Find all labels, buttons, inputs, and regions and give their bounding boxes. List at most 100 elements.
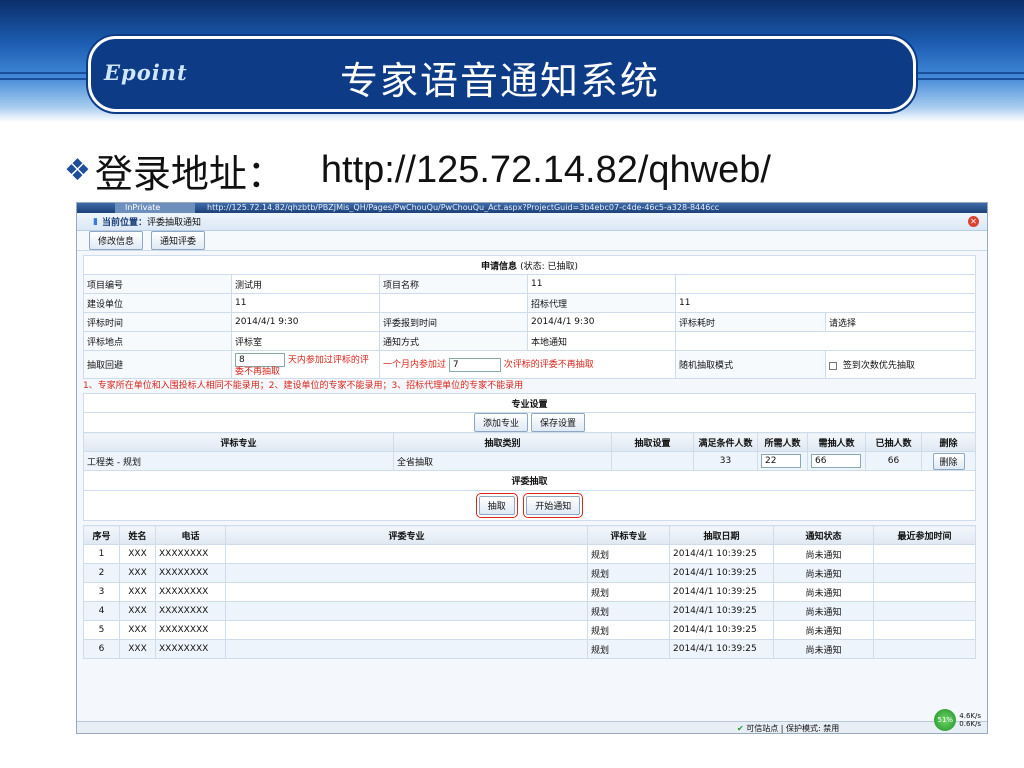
unit-label: 建设单位 bbox=[83, 293, 232, 313]
expert-index: 1 bbox=[83, 544, 120, 564]
col-eval-major: 评标专业 bbox=[587, 525, 670, 545]
start-notify-button[interactable]: 开始通知 bbox=[523, 493, 584, 518]
col-name: 姓名 bbox=[119, 525, 156, 545]
slide-title: 专家语音通知系统 bbox=[339, 59, 660, 103]
avoid-times-input[interactable]: 7 bbox=[448, 357, 501, 372]
table-row: 4 XXX XXXXXXXX 规划 2014/4/1 10:39:25 尚未通知 bbox=[83, 601, 976, 621]
expert-last-time bbox=[873, 601, 976, 621]
proj-name-label: 项目名称 bbox=[379, 274, 528, 294]
application-info-table: 申请信息 (状态: 已抽取) 项目编号 测试用 项目名称 11 建设单位 11 … bbox=[82, 255, 977, 379]
table-row: 1 XXX XXXXXXXX 规划 2014/4/1 10:39:25 尚未通知 bbox=[83, 544, 976, 564]
expert-last-time bbox=[873, 582, 976, 602]
need-input[interactable]: 22 bbox=[761, 454, 801, 468]
col-phone: 电话 bbox=[155, 525, 226, 545]
empty-cell bbox=[674, 274, 977, 294]
expert-index: 2 bbox=[83, 563, 120, 583]
expert-draw-date: 2014/4/1 10:39:25 bbox=[669, 544, 774, 564]
major-title: 专业设置 bbox=[82, 393, 977, 413]
extract-input[interactable]: 66 bbox=[811, 454, 861, 468]
priority-cell: 签到次数优先抽取 bbox=[824, 350, 977, 379]
draw-buttons: 抽取 开始通知 bbox=[82, 490, 977, 521]
expert-index: 6 bbox=[83, 639, 120, 659]
draw-button[interactable]: 抽取 bbox=[475, 493, 518, 518]
notify-experts-button[interactable]: 通知评委 bbox=[151, 231, 206, 250]
expert-phone: XXXXXXXX bbox=[155, 544, 226, 564]
expert-major bbox=[225, 620, 588, 640]
expert-major bbox=[225, 601, 588, 621]
save-settings-button[interactable]: 保存设置 bbox=[530, 413, 585, 432]
speed-ball: 51% bbox=[934, 709, 957, 731]
edit-info-button[interactable]: 修改信息 bbox=[89, 231, 144, 250]
expert-index: 4 bbox=[83, 601, 120, 621]
browser-address-bar: InPrivate http://125.72.14.82/qhzbtb/PBZ… bbox=[77, 203, 987, 213]
col-notify-status: 通知状态 bbox=[773, 525, 874, 545]
col-type: 抽取类别 bbox=[393, 432, 612, 452]
add-major-button[interactable]: 添加专业 bbox=[474, 413, 529, 432]
expert-last-time bbox=[873, 620, 976, 640]
priority-text: 签到次数优先抽取 bbox=[842, 361, 915, 371]
duration-label: 评标耗时 bbox=[675, 312, 826, 332]
place-value: 评标室 bbox=[231, 331, 380, 351]
expert-last-time bbox=[873, 544, 976, 564]
avoid-times-cell: 一个月内参加过 7 次评标的评委不再抽取 bbox=[379, 350, 676, 379]
epoint-logo: Epoint bbox=[104, 60, 188, 85]
proj-no-value: 测试用 bbox=[231, 274, 380, 294]
expert-major bbox=[225, 563, 588, 583]
expert-eval-major: 规划 bbox=[587, 620, 670, 640]
expert-eval-major: 规划 bbox=[587, 582, 670, 602]
expert-eval-major: 规划 bbox=[587, 563, 670, 583]
col-setting: 抽取设置 bbox=[611, 432, 694, 452]
breadcrumb: ▮ 当前位置： 评委抽取通知 ✕ bbox=[77, 213, 987, 231]
expert-name: XXX bbox=[119, 639, 156, 659]
login-label: 登录地址： bbox=[94, 151, 285, 196]
bullet-diamond-icon: ❖ bbox=[64, 152, 91, 188]
col-need: 所需人数 bbox=[757, 432, 808, 452]
close-icon[interactable]: ✕ bbox=[968, 216, 979, 227]
apply-status: (状态: 已抽取) bbox=[520, 261, 579, 272]
expert-phone: XXXXXXXX bbox=[155, 582, 226, 602]
month-text: 一个月内参加过 bbox=[383, 360, 447, 371]
arrive-time-label: 评委报到时间 bbox=[379, 312, 528, 332]
expert-notify-status: 尚未通知 bbox=[773, 544, 874, 564]
duration-select[interactable]: 请选择 bbox=[824, 312, 977, 332]
expert-eval-major: 规划 bbox=[587, 544, 670, 564]
expert-notify-status: 尚未通知 bbox=[773, 582, 874, 602]
expert-major bbox=[225, 544, 588, 564]
login-url[interactable]: http://125.72.14.82/qhweb/ bbox=[321, 149, 771, 192]
expert-name: XXX bbox=[119, 601, 156, 621]
delete-button[interactable]: 删除 bbox=[932, 452, 965, 470]
expert-phone: XXXXXXXX bbox=[155, 601, 226, 621]
expert-draw-date: 2014/4/1 10:39:25 bbox=[669, 620, 774, 640]
extract-cell: 66 bbox=[807, 451, 866, 471]
proj-name-value: 11 bbox=[527, 274, 676, 294]
expert-draw-date: 2014/4/1 10:39:25 bbox=[669, 582, 774, 602]
major-settings-table: 专业设置 添加专业 保存设置 评标专业 抽取类别 抽取设置 满足条件人数 所需人… bbox=[82, 393, 977, 521]
speed-values: 4.6K/s 0.6K/s bbox=[959, 712, 981, 728]
col-last-time: 最近参加时间 bbox=[873, 525, 976, 545]
address-url[interactable]: http://125.72.14.82/qhzbtb/PBZJMis_QH/Pa… bbox=[207, 203, 719, 213]
expert-name: XXX bbox=[119, 582, 156, 602]
speed-widget: 51% 4.6K/s 0.6K/s bbox=[934, 709, 981, 731]
location-value: 评委抽取通知 bbox=[146, 218, 201, 228]
avoid-days-input[interactable]: 8 bbox=[235, 352, 285, 367]
col-satisfy: 满足条件人数 bbox=[693, 432, 758, 452]
priority-checkbox[interactable] bbox=[829, 361, 837, 370]
inprivate-tab[interactable]: InPrivate bbox=[115, 203, 195, 213]
agent-label: 招标代理 bbox=[527, 293, 676, 313]
rules-note: 1、专家所在单位和入围投标人相同不能录用；2、建设单位的专家不能录用；3、招标代… bbox=[83, 381, 524, 391]
status-bar: ✔ 可信站点 | 保护模式: 禁用 bbox=[77, 721, 987, 733]
need-cell: 22 bbox=[757, 451, 808, 471]
zone-text: 可信站点 | 保护模式: 禁用 bbox=[746, 724, 840, 733]
toolbar: 修改信息 通知评委 bbox=[77, 231, 987, 251]
empty-cell bbox=[379, 293, 528, 313]
expert-draw-date: 2014/4/1 10:39:25 bbox=[669, 601, 774, 621]
expert-index: 3 bbox=[83, 582, 120, 602]
col-expert-major: 评委专业 bbox=[225, 525, 588, 545]
expert-name: XXX bbox=[119, 563, 156, 583]
random-mode-label: 随机抽取模式 bbox=[675, 350, 826, 379]
expert-phone: XXXXXXXX bbox=[155, 563, 226, 583]
arrive-time-value: 2014/4/1 9:30 bbox=[527, 312, 676, 332]
avoid-times-text: 次评标的评委不再抽取 bbox=[503, 360, 594, 371]
expert-notify-status: 尚未通知 bbox=[773, 563, 874, 583]
experts-body: 1 XXX XXXXXXXX 规划 2014/4/1 10:39:25 尚未通知 2 XXX X… bbox=[83, 544, 976, 659]
